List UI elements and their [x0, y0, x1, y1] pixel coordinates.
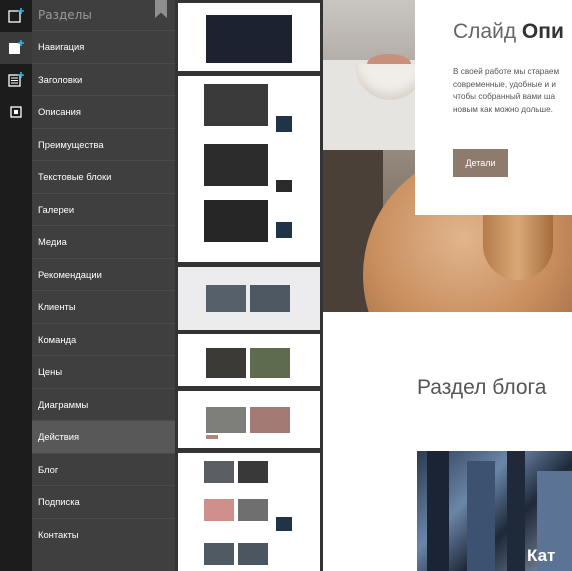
thumb-image [276, 180, 292, 192]
thumb-image [204, 461, 234, 483]
thumb-image [250, 285, 290, 312]
thumb-image [276, 116, 292, 132]
section-list-icon [8, 72, 24, 87]
thumb-image [206, 285, 246, 312]
section-item[interactable]: Контакты [32, 517, 175, 551]
blog-image[interactable]: Кат [417, 451, 572, 571]
section-item[interactable]: Навигация [32, 30, 175, 63]
section-item[interactable]: Описания [32, 95, 175, 128]
section-item[interactable]: Блог [32, 452, 175, 486]
block-thumb-1[interactable] [178, 3, 320, 71]
blog-image-caption: Кат [527, 546, 556, 565]
slide-card: Слайд Опи В своей работе мы стараем совр… [415, 0, 572, 215]
slide-title: Слайд Опи [453, 20, 564, 43]
thumb-image [276, 222, 292, 238]
details-button[interactable]: Детали [453, 149, 508, 177]
section-item[interactable]: Галереи [32, 192, 175, 226]
section-item[interactable]: Диаграммы [32, 387, 175, 421]
block-thumb-6[interactable] [178, 453, 320, 571]
thumb-image [206, 407, 246, 433]
panel-header: Разделы [32, 0, 175, 30]
settings-box-button[interactable] [0, 96, 32, 128]
section-list-button[interactable] [0, 64, 32, 96]
section-item[interactable]: Текстовые блоки [32, 160, 175, 193]
section-item[interactable]: Действия [32, 420, 175, 453]
thumb-image [204, 200, 268, 242]
thumb-image [276, 517, 292, 531]
thumb-image [204, 499, 234, 521]
blog-section-title: Раздел блога [417, 376, 547, 399]
thumb-image [206, 15, 292, 63]
section-item[interactable]: Клиенты [32, 290, 175, 323]
thumb-image [204, 84, 268, 126]
add-block-button[interactable] [0, 0, 32, 32]
thumb-image [238, 499, 268, 521]
panel-title: Разделы [38, 8, 92, 22]
section-item[interactable]: Медиа [32, 225, 175, 258]
section-item[interactable]: Рекомендации [32, 257, 175, 291]
sections-panel: Разделы Навигация Заголовки Описания Преиму… [32, 0, 175, 571]
section-item[interactable]: Подписка [32, 485, 175, 518]
section-item[interactable]: Заголовки [32, 62, 175, 96]
icon-rail [0, 0, 32, 571]
hero-image: Слайд Опи В своей работе мы стараем совр… [323, 0, 572, 312]
page-preview: Слайд Опи В своей работе мы стараем совр… [323, 0, 572, 571]
add-container-button[interactable] [0, 32, 32, 64]
add-container-icon [9, 40, 24, 54]
block-thumb-4[interactable] [178, 334, 320, 386]
block-thumb-5[interactable] [178, 391, 320, 448]
section-item[interactable]: Преимущества [32, 127, 175, 161]
section-list: Навигация Заголовки Описания Преимущества Те… [32, 30, 175, 550]
settings-box-icon [10, 106, 22, 118]
slide-description: В своей работе мы стараем современные, у… [453, 67, 560, 114]
thumb-image [238, 461, 268, 483]
section-item[interactable]: Цены [32, 355, 175, 388]
thumb-image [238, 543, 268, 565]
thumb-image [250, 348, 290, 378]
block-thumb-3[interactable] [178, 267, 320, 330]
thumb-image [204, 144, 268, 186]
block-thumbnails [175, 0, 323, 571]
thumb-image [206, 348, 246, 378]
block-thumb-2[interactable] [178, 76, 320, 262]
add-block-icon [8, 8, 24, 23]
bookmark-icon[interactable] [155, 0, 167, 18]
thumb-image [250, 407, 290, 433]
thumb-button [206, 435, 218, 439]
section-item[interactable]: Команда [32, 322, 175, 356]
thumb-image [204, 543, 234, 565]
